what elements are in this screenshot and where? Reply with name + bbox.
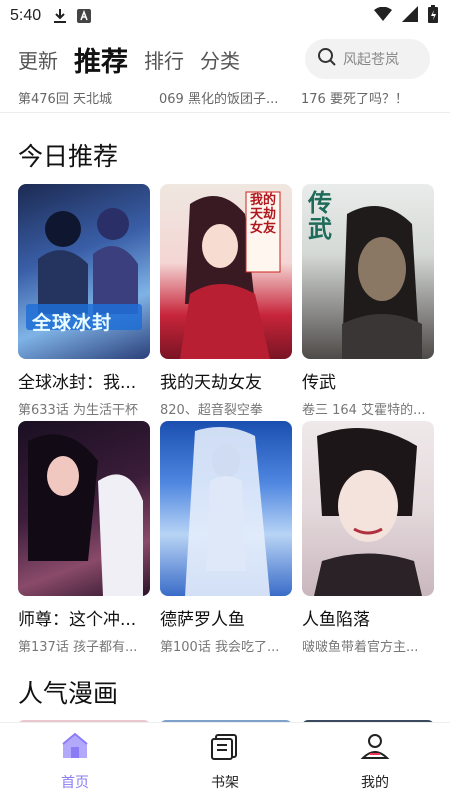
search-placeholder: 风起苍岚 — [343, 52, 399, 68]
comic-card[interactable]: 全球冰封 全球冰封：我... 第633话 为生活干杯 — [18, 184, 150, 418]
comic-card[interactable]: 人鱼陷落 啵啵鱼带着官方主... — [302, 421, 434, 655]
prev-row-sub-2: 069 黑化的饭团子... — [159, 92, 279, 107]
comic-card[interactable]: 师尊：这个冲... 第137话 孩子都有... — [18, 421, 150, 655]
app-notification-icon — [77, 9, 92, 23]
nav-home[interactable]: 首页 — [0, 723, 150, 800]
tab-category[interactable]: 分类 — [200, 45, 240, 74]
comic-title: 人鱼陷落 — [302, 610, 370, 630]
comic-latest-chapter: 啵啵鱼带着官方主... — [302, 640, 419, 655]
tab-ranking[interactable]: 排行 — [144, 45, 184, 74]
comic-card[interactable]: 德萨罗人鱼 第100话 我会吃了... — [160, 421, 292, 655]
comic-cover[interactable] — [160, 421, 292, 596]
comic-card[interactable]: 传武 传武 卷三 164 艾霍特的... — [302, 184, 434, 418]
comic-cover[interactable] — [302, 421, 434, 596]
tab-recommend[interactable]: 推荐 — [74, 40, 128, 79]
home-icon — [60, 732, 90, 764]
nav-bookshelf-label: 书架 — [211, 774, 239, 791]
download-icon — [53, 8, 67, 24]
comic-cover[interactable] — [18, 421, 150, 596]
search-input[interactable]: 风起苍岚 — [305, 39, 430, 79]
bottom-navigation: 首页 书架 我的 — [0, 722, 450, 800]
bookshelf-icon — [210, 732, 240, 764]
tab-update[interactable]: 更新 — [18, 45, 58, 74]
status-time: 5:40 — [10, 7, 42, 24]
comic-cover[interactable]: 我的天劫女友 — [160, 184, 292, 359]
cover-title-art: 全球冰封 — [32, 312, 113, 334]
today-grid-row-2: 师尊：这个冲... 第137话 孩子都有... 德萨罗人鱼 第100话 我会吃了… — [18, 421, 434, 655]
battery-icon — [428, 5, 438, 27]
comic-cover[interactable]: 传武 — [302, 184, 434, 359]
comic-cover[interactable]: 全球冰封 — [18, 184, 150, 359]
status-bar: 5:40 — [0, 0, 450, 32]
comic-latest-chapter: 第100话 我会吃了... — [160, 640, 280, 655]
prev-row-sub-3: 176 要死了吗？！ — [301, 92, 408, 107]
profile-icon — [360, 732, 390, 764]
cover-title-art: 我的天劫女友 — [250, 193, 277, 236]
section-divider — [0, 112, 450, 113]
prev-row-sub-1: 第476回 天北城 — [18, 92, 112, 107]
section-title-popular: 人气漫画 — [18, 679, 119, 708]
comic-title: 传武 — [302, 373, 336, 393]
wifi-icon — [374, 6, 392, 25]
signal-icon — [402, 6, 418, 26]
cover-title-art: 传武 — [308, 189, 332, 243]
comic-latest-chapter: 卷三 164 艾霍特的... — [302, 403, 426, 418]
comic-latest-chapter: 第633话 为生活干杯 — [18, 403, 138, 418]
search-icon — [317, 47, 337, 71]
section-title-today: 今日推荐 — [18, 142, 119, 171]
nav-home-label: 首页 — [61, 774, 89, 791]
nav-profile[interactable]: 我的 — [300, 723, 450, 800]
top-tab-bar: 更新 推荐 排行 分类 风起苍岚 — [0, 36, 450, 82]
comic-title: 德萨罗人鱼 — [160, 610, 245, 630]
comic-card[interactable]: 我的天劫女友 我的天劫女友 820、超音裂空拳 — [160, 184, 292, 418]
previous-row-subtitles: 第476回 天北城 069 黑化的饭团子... 176 要死了吗？！ — [0, 88, 450, 107]
comic-latest-chapter: 第137话 孩子都有... — [18, 640, 138, 655]
nav-profile-label: 我的 — [361, 774, 389, 791]
comic-title: 师尊：这个冲... — [18, 610, 137, 630]
comic-title: 我的天劫女友 — [160, 373, 262, 393]
comic-latest-chapter: 820、超音裂空拳 — [160, 403, 263, 418]
nav-bookshelf[interactable]: 书架 — [150, 723, 300, 800]
comic-title: 全球冰封：我... — [18, 373, 137, 393]
today-grid-row-1: 全球冰封 全球冰封：我... 第633话 为生活干杯 我的天劫女友 我的天劫女友… — [18, 184, 434, 418]
